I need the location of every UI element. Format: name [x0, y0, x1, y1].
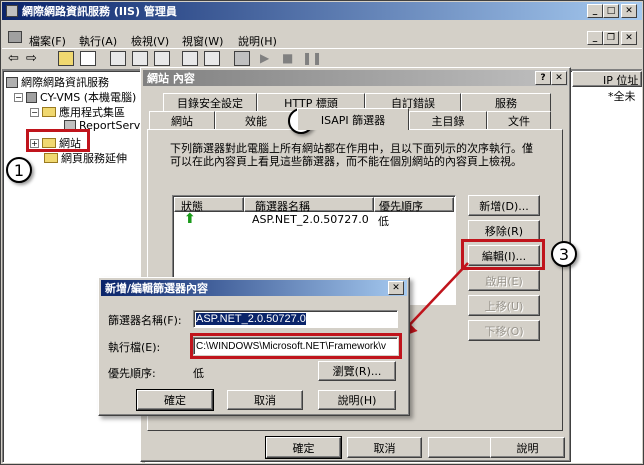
- pause-icon[interactable]: ❚❚: [302, 51, 322, 66]
- edit-dialog-close-button[interactable]: ✕: [388, 281, 404, 295]
- tab-home-directory[interactable]: 主目錄: [409, 111, 487, 129]
- show-tree-icon[interactable]: [80, 51, 96, 66]
- ip-column-header[interactable]: IP 位址: [572, 71, 642, 87]
- menu-action[interactable]: 執行(A): [79, 33, 117, 49]
- help-icon[interactable]: [182, 51, 198, 66]
- table-row[interactable]: ⬆ ASP.NET_2.0.50727.0 低: [174, 211, 454, 228]
- filter-name-value: ASP.NET_2.0.50727.0: [196, 313, 306, 325]
- mdi-restore-button[interactable]: ❐: [603, 31, 619, 45]
- add-button[interactable]: 新增(D)...: [468, 195, 540, 216]
- executable-highlight-box: [190, 333, 402, 359]
- col-priority-header[interactable]: 優先順序: [374, 197, 454, 213]
- websites-highlight-box: [26, 129, 90, 152]
- tree-computer[interactable]: − CY-VMS (本機電腦): [14, 89, 136, 105]
- menu-view[interactable]: 檢視(V): [131, 33, 169, 49]
- filter-name-input[interactable]: ASP.NET_2.0.50727.0: [193, 310, 398, 328]
- callout-3: 3: [551, 241, 577, 267]
- tab-performance[interactable]: 效能: [215, 111, 297, 129]
- maximize-button[interactable]: □: [603, 4, 619, 18]
- folder-icon: [44, 153, 58, 163]
- export-icon[interactable]: [154, 51, 170, 66]
- close-button[interactable]: ✕: [621, 4, 637, 18]
- iis-app-icon: [6, 5, 18, 17]
- iis-root-icon: [6, 76, 18, 88]
- collapse-icon[interactable]: −: [30, 107, 39, 117]
- mdi-minimize-button[interactable]: _: [587, 31, 603, 45]
- tab-isapi-filters[interactable]: ISAPI 篩選器: [297, 108, 409, 130]
- menu-window[interactable]: 視窗(W): [182, 33, 223, 49]
- dialog-help-button[interactable]: ?: [535, 71, 551, 85]
- ip-cell: *全未: [608, 90, 636, 103]
- col-filter-name-header[interactable]: 篩選器名稱: [244, 197, 374, 213]
- tree-app-pools[interactable]: − 應用程式集區: [30, 104, 125, 120]
- green-up-arrow-icon: ⬆: [184, 211, 196, 227]
- edit-filter-title-bar[interactable]: 新增/編輯篩選器內容: [101, 280, 407, 296]
- ok-button[interactable]: 確定: [265, 436, 342, 459]
- filter-description: 下列篩選器對此電腦上所有網站都在作用中，且以下面列示的次序執行。僅可以在此內容頁…: [170, 142, 533, 168]
- console-tree-icon[interactable]: [204, 51, 220, 66]
- edit-cancel-button[interactable]: 取消: [227, 390, 303, 410]
- folder-icon: [42, 107, 56, 117]
- forward-arrow-icon[interactable]: ⇨: [26, 51, 42, 66]
- col-status-header[interactable]: 狀態: [174, 197, 244, 213]
- tab-directory-security[interactable]: 目錄安全設定: [163, 93, 257, 111]
- computer-icon[interactable]: [234, 51, 250, 66]
- executable-label: 執行檔(E):: [108, 341, 161, 354]
- edit-ok-button[interactable]: 確定: [136, 389, 214, 411]
- priority-label: 優先順序:: [108, 367, 156, 380]
- stop-icon[interactable]: ■: [282, 51, 298, 66]
- main-title-bar[interactable]: 網際網路資訊服務 (IIS) 管理員: [2, 2, 642, 20]
- callout-1: 1: [6, 157, 32, 183]
- browse-button[interactable]: 瀏覽(R)...: [318, 361, 396, 381]
- cancel-button[interactable]: 取消: [347, 437, 422, 458]
- menu-help[interactable]: 說明(H): [238, 33, 277, 49]
- filter-name-cell: ASP.NET_2.0.50727.0: [252, 213, 369, 226]
- remove-button[interactable]: 移除(R): [468, 220, 540, 241]
- back-arrow-icon[interactable]: ⇦: [8, 51, 24, 66]
- up-folder-icon[interactable]: [58, 51, 74, 66]
- mdi-close-button[interactable]: ✕: [621, 31, 637, 45]
- tab-service[interactable]: 服務: [461, 93, 551, 111]
- priority-value: 低: [193, 367, 204, 380]
- menu-file[interactable]: 檔案(F): [29, 33, 66, 49]
- tree-web-extensions[interactable]: 網頁服務延伸: [44, 150, 127, 166]
- tab-website[interactable]: 網站: [149, 111, 215, 129]
- collapse-icon[interactable]: −: [14, 92, 23, 102]
- refresh-icon[interactable]: [132, 51, 148, 66]
- help-button[interactable]: 說明: [490, 437, 565, 458]
- properties-icon[interactable]: [110, 51, 126, 66]
- properties-title-bar[interactable]: 網站 內容: [143, 70, 568, 86]
- filter-name-label: 篩選器名稱(F):: [108, 314, 182, 327]
- edit-help-button[interactable]: 說明(H): [318, 390, 396, 410]
- console-icon[interactable]: [8, 31, 22, 43]
- minimize-button[interactable]: _: [587, 4, 603, 18]
- dialog-close-button[interactable]: ✕: [551, 71, 567, 85]
- tree-root[interactable]: 網際網路資訊服務: [6, 74, 109, 90]
- play-icon[interactable]: ▶: [260, 51, 276, 66]
- priority-cell: 低: [378, 215, 389, 228]
- main-window-title: 網際網路資訊服務 (IIS) 管理員: [22, 5, 177, 18]
- server-icon: [26, 91, 37, 103]
- tab-documents[interactable]: 文件: [487, 111, 551, 129]
